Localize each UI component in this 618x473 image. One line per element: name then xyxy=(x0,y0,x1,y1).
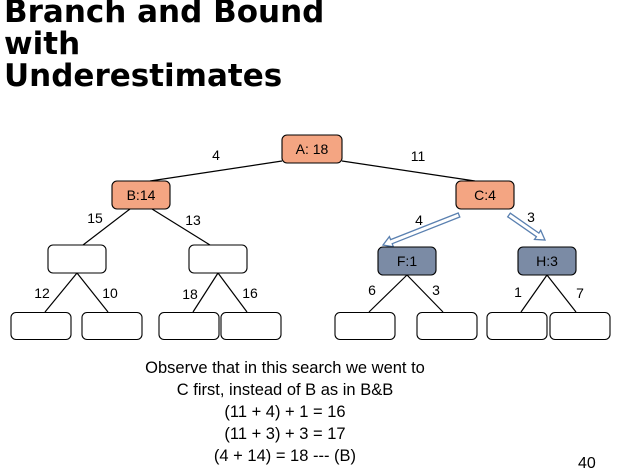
edge-cost-b1-l1: 12 xyxy=(34,285,50,301)
page-number: 40 xyxy=(578,455,596,472)
tree-node-label-a: A: 18 xyxy=(296,141,329,157)
tree-node-label-b: B:14 xyxy=(127,187,156,203)
edge-cost-b-b2: 13 xyxy=(185,212,201,228)
tree-node-l1 xyxy=(10,311,72,341)
edge-cost-a-b: 4 xyxy=(212,147,220,163)
edge-a-c xyxy=(341,160,476,182)
tree-node-label-f: F:1 xyxy=(397,253,417,269)
edge-cost-b1-l2: 10 xyxy=(102,285,118,301)
edge-cost-f-l5: 6 xyxy=(368,282,376,298)
edge-cost-b2-l3: 18 xyxy=(182,286,198,302)
caption-line-4: (11 + 3) + 3 = 17 xyxy=(224,425,346,443)
edge-b-b2 xyxy=(151,208,211,246)
edge-cost-c-h: 3 xyxy=(527,209,535,225)
edge-cost-b-b1: 15 xyxy=(87,210,103,226)
edge-cost-h-l8: 7 xyxy=(576,285,584,301)
edge-cost-f-l6: 3 xyxy=(432,282,440,298)
tree-node-l5 xyxy=(334,311,396,341)
tree-node-l4 xyxy=(220,311,282,341)
edge-cost-c-f: 4 xyxy=(415,212,423,228)
tree-node-l3 xyxy=(158,311,220,341)
tree-node-b2 xyxy=(188,244,248,274)
tree-node-label-c: C:4 xyxy=(474,187,496,203)
caption-line-5: (4 + 14) = 18 --- (B) xyxy=(213,447,357,465)
tree-node-l6 xyxy=(416,311,478,341)
edge-b1-l1 xyxy=(44,272,78,313)
tree-node-label-h: H:3 xyxy=(536,253,558,269)
caption-line-2: C first, instead of B as in B&B xyxy=(176,381,394,399)
tree-node-b1 xyxy=(47,244,107,274)
edge-cost-h-l7: 1 xyxy=(514,284,522,300)
caption-line-1: Observe that in this search we went to xyxy=(145,359,425,377)
edge-cost-b2-l4: 16 xyxy=(242,285,258,301)
edge-h-l8 xyxy=(546,274,577,313)
edge-h-l7 xyxy=(520,274,548,313)
edge-a-b xyxy=(149,160,283,182)
tree-node-l2 xyxy=(81,311,143,341)
tree-node-l7 xyxy=(486,311,548,341)
tree-node-l8 xyxy=(549,311,611,341)
caption-line-3: (11 + 4) + 1 = 16 xyxy=(224,403,346,421)
edge-cost-a-c: 11 xyxy=(411,148,426,164)
